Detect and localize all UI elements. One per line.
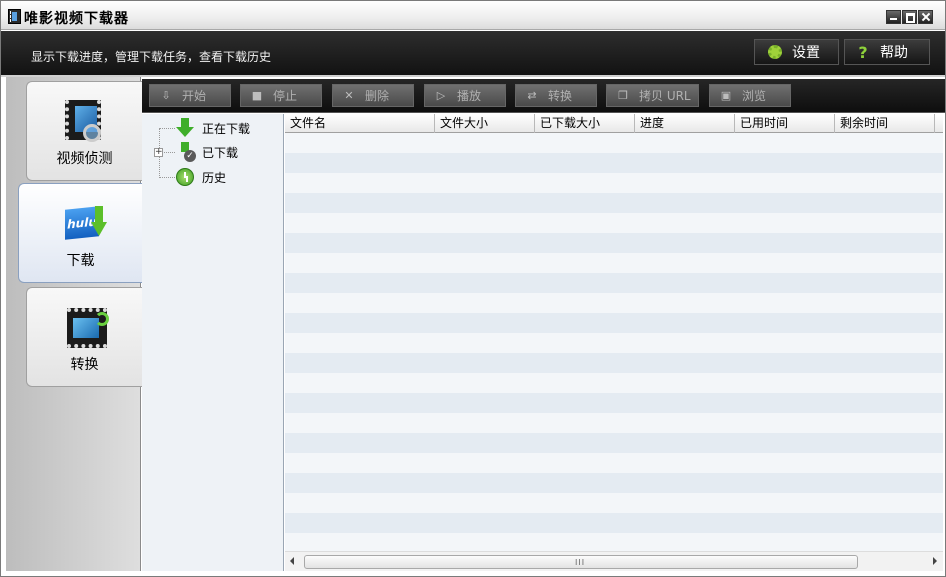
nav-item-video-detect[interactable]: 视频侦测: [26, 81, 142, 181]
browse-button[interactable]: ▣ 浏览: [709, 84, 791, 107]
tree-item-label: 正在下载: [202, 121, 251, 136]
app-logo-icon: [8, 9, 21, 24]
task-list: 文件名 文件大小 已下载大小 进度 已用时间 剩余时间 III: [285, 114, 943, 571]
start-label: 开始: [182, 89, 207, 103]
nav-item-label: 下载: [66, 253, 95, 269]
window-title: 唯影视频下载器: [24, 11, 129, 27]
nav-item-download[interactable]: hulu 下载: [18, 183, 142, 283]
nav-item-label: 转换: [70, 357, 99, 373]
delete-x-icon: ✕: [344, 89, 354, 102]
tree-item-downloading[interactable]: 正在下载: [176, 117, 250, 139]
scroll-right-arrow-icon[interactable]: [933, 557, 937, 565]
list-header: 文件名 文件大小 已下载大小 进度 已用时间 剩余时间: [285, 114, 943, 133]
tree-item-downloaded[interactable]: 已下载: [176, 141, 238, 163]
stop-icon: ■: [251, 89, 263, 102]
maximize-button[interactable]: [902, 10, 917, 24]
nav-item-convert[interactable]: 转换: [26, 287, 142, 387]
nav-item-label: 视频侦测: [56, 151, 113, 167]
play-icon: ▷: [436, 89, 446, 102]
header-subtitle: 显示下载进度，管理下载任务，查看下载历史: [31, 50, 272, 64]
tree-connector: [159, 177, 175, 178]
film-search-icon: [65, 100, 101, 142]
copy-url-label: 拷贝 URL: [639, 89, 691, 103]
minimize-button[interactable]: [886, 10, 901, 24]
copy-icon: ❐: [618, 89, 628, 102]
scroll-left-arrow-icon[interactable]: [290, 557, 294, 565]
column-header-remaining[interactable]: 剩余时间: [835, 114, 935, 133]
browse-icon: ▣: [720, 89, 732, 102]
column-header-filename[interactable]: 文件名: [285, 114, 435, 133]
column-header-progress[interactable]: 进度: [635, 114, 735, 133]
scroll-grip: III: [575, 558, 586, 567]
copy-url-button[interactable]: ❐ 拷贝 URL: [606, 84, 699, 107]
expand-toggle[interactable]: +: [154, 148, 163, 157]
title-bar[interactable]: 唯影视频下载器: [1, 1, 945, 30]
horizontal-scrollbar[interactable]: III: [285, 551, 943, 571]
settings-button[interactable]: 设置: [754, 39, 839, 65]
window-controls: [886, 10, 933, 24]
list-body[interactable]: [285, 133, 943, 551]
tree-item-label: 已下载: [202, 145, 239, 160]
history-icon: [176, 168, 194, 186]
help-button[interactable]: ? 帮助: [844, 39, 930, 65]
help-label: 帮助: [880, 45, 908, 61]
left-nav: 视频侦测 hulu 下载 转换: [6, 77, 142, 571]
column-header-downloaded[interactable]: 已下载大小: [535, 114, 635, 133]
tree-connector: [159, 128, 175, 129]
close-button[interactable]: [918, 10, 933, 24]
film-convert-icon: [67, 308, 109, 348]
convert-label: 转换: [548, 89, 573, 103]
stop-label: 停止: [273, 89, 298, 103]
task-tree: + 正在下载 已下载 历史: [142, 114, 284, 571]
play-label: 播放: [457, 89, 482, 103]
hulu-download-icon: hulu: [65, 204, 107, 244]
tree-item-label: 历史: [202, 170, 227, 185]
app-window: 唯影视频下载器 显示下载进度，管理下载任务，查看下载历史 设置 ? 帮助 视频侦…: [0, 0, 946, 577]
question-icon: ?: [858, 42, 868, 62]
gear-icon: [768, 45, 782, 59]
column-header-elapsed[interactable]: 已用时间: [735, 114, 835, 133]
play-button[interactable]: ▷ 播放: [424, 84, 506, 107]
delete-button[interactable]: ✕ 删除: [332, 84, 414, 107]
column-header-filesize[interactable]: 文件大小: [435, 114, 535, 133]
scroll-thumb[interactable]: III: [304, 555, 858, 569]
download-arrow-icon: ⇩: [161, 89, 171, 102]
settings-label: 设置: [792, 45, 820, 61]
header-band: 显示下载进度，管理下载任务，查看下载历史 设置 ? 帮助: [1, 31, 945, 77]
convert-button[interactable]: ⇄ 转换: [515, 84, 597, 107]
start-button[interactable]: ⇩ 开始: [149, 84, 231, 107]
action-toolbar: ⇩ 开始 ■ 停止 ✕ 删除 ▷ 播放 ⇄ 转换 ❐ 拷贝 URL ▣ 浏览: [142, 79, 945, 113]
convert-icon: ⇄: [527, 89, 537, 102]
tree-item-history[interactable]: 历史: [176, 166, 226, 188]
download-arrow-icon: [176, 118, 194, 138]
stop-button[interactable]: ■ 停止: [240, 84, 322, 107]
delete-label: 删除: [365, 89, 390, 103]
download-done-icon: [176, 142, 196, 162]
browse-label: 浏览: [742, 89, 767, 103]
